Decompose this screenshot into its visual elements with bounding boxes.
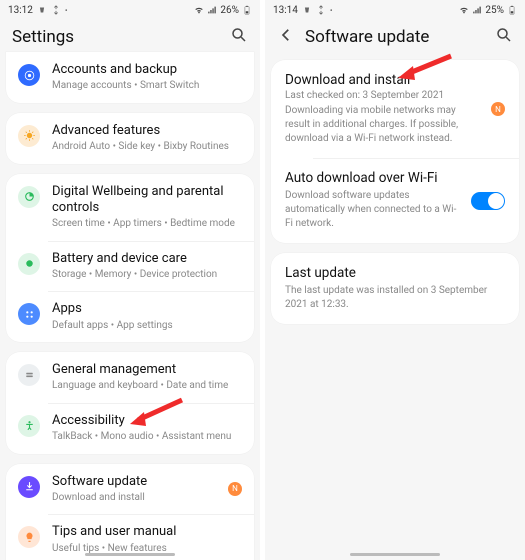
wifi-icon [459,5,469,15]
status-bar: 13:14 • 25% [265,0,525,18]
page-title: Settings [12,27,220,47]
download-and-install[interactable]: Download and install Last checked on: 3 … [271,60,519,158]
item-title: Download and install [285,72,479,89]
status-dot: • [65,6,68,15]
home-indicator[interactable] [85,553,175,556]
item-sub: TalkBack • Mono audio • Assistant menu [52,430,242,444]
settings-group-device: Digital Wellbeing and parental controls … [6,174,254,343]
item-sub: Manage accounts • Smart Switch [52,79,242,93]
update-card-last: Last update The last update was installe… [271,253,519,324]
item-title: Tips and user manual [52,524,242,540]
general-icon [18,364,40,386]
new-badge: N [491,102,505,116]
page-title: Software update [305,27,485,47]
home-indicator[interactable] [350,553,440,556]
item-title: Apps [52,301,242,317]
item-title: Auto download over Wi-Fi [285,170,459,187]
status-battery: 25% [485,5,504,16]
battery-care-icon [18,253,40,275]
settings-item-accessibility[interactable]: Accessibility TalkBack • Mono audio • As… [6,403,254,454]
settings-item-wellbeing[interactable]: Digital Wellbeing and parental controls … [6,174,254,241]
status-time: 13:12 [8,5,33,16]
back-icon[interactable] [277,26,295,48]
battery-icon [507,5,517,15]
settings-item-accounts[interactable]: Accounts and backup Manage accounts • Sm… [6,52,254,103]
settings-group-about: Software update Download and install N T… [6,464,254,560]
signal-icon [472,5,482,15]
software-update-icon [18,476,40,498]
item-sub: Storage • Memory • Device protection [52,268,242,282]
item-sub: Download and install [52,491,216,505]
status-battery: 26% [220,5,239,16]
phone-settings: 13:12 • 26% Settings [0,0,260,560]
item-title: Accessibility [52,413,242,429]
item-checked: Last checked on: 3 September 2021 [285,89,479,103]
last-update[interactable]: Last update The last update was installe… [271,253,519,324]
item-title: Digital Wellbeing and parental controls [52,184,242,217]
update-card-main: Download and install Last checked on: 3 … [271,60,519,243]
auto-download-wifi[interactable]: Auto download over Wi-Fi Download softwa… [271,158,519,243]
item-sub: Default apps • App settings [52,319,242,333]
settings-item-advanced[interactable]: Advanced features Android Auto • Side ke… [6,113,254,164]
sync-up-icon [316,5,326,15]
status-bar: 13:12 • 26% [0,0,260,18]
item-sub: Language and keyboard • Date and time [52,379,242,393]
battery-icon [242,5,252,15]
tips-icon [18,526,40,548]
search-icon[interactable] [230,26,248,48]
item-note: Downloading via mobile networks may resu… [285,104,479,146]
software-update-header: Software update [265,18,525,58]
settings-group-general: General management Language and keyboard… [6,352,254,454]
item-title: Battery and device care [52,251,242,267]
sync-up-icon [51,5,61,15]
accessibility-icon [18,415,40,437]
wellbeing-icon [18,186,40,208]
accounts-icon [18,64,40,86]
status-dot: • [330,6,333,15]
settings-group-advanced: Advanced features Android Auto • Side ke… [6,113,254,164]
item-title: Last update [285,265,505,282]
settings-item-apps[interactable]: Apps Default apps • App settings [6,291,254,342]
advanced-icon [18,125,40,147]
item-sub: Screen time • App timers • Bedtime mode [52,217,242,231]
item-title: Accounts and backup [52,62,242,78]
signal-icon [207,5,217,15]
item-sub: The last update was installed on 3 Septe… [285,284,505,312]
item-title: General management [52,362,242,378]
item-sub: Download software updates automatically … [285,189,459,231]
item-title: Advanced features [52,123,242,139]
apps-icon [18,303,40,325]
wifi-icon [194,5,204,15]
settings-item-general[interactable]: General management Language and keyboard… [6,352,254,403]
phone-software-update: 13:14 • 25% Software update [265,0,525,560]
wifi-toggle[interactable] [471,192,505,210]
search-icon[interactable] [495,26,513,48]
item-title: Software update [52,474,216,490]
app-icon [37,5,47,15]
new-badge: N [228,482,242,496]
app-icon [302,5,312,15]
settings-group-accounts: Accounts and backup Manage accounts • Sm… [6,52,254,103]
item-sub: Android Auto • Side key • Bixby Routines [52,140,242,154]
settings-item-battery[interactable]: Battery and device care Storage • Memory… [6,241,254,292]
settings-item-software-update[interactable]: Software update Download and install N [6,464,254,515]
status-time: 13:14 [273,5,298,16]
